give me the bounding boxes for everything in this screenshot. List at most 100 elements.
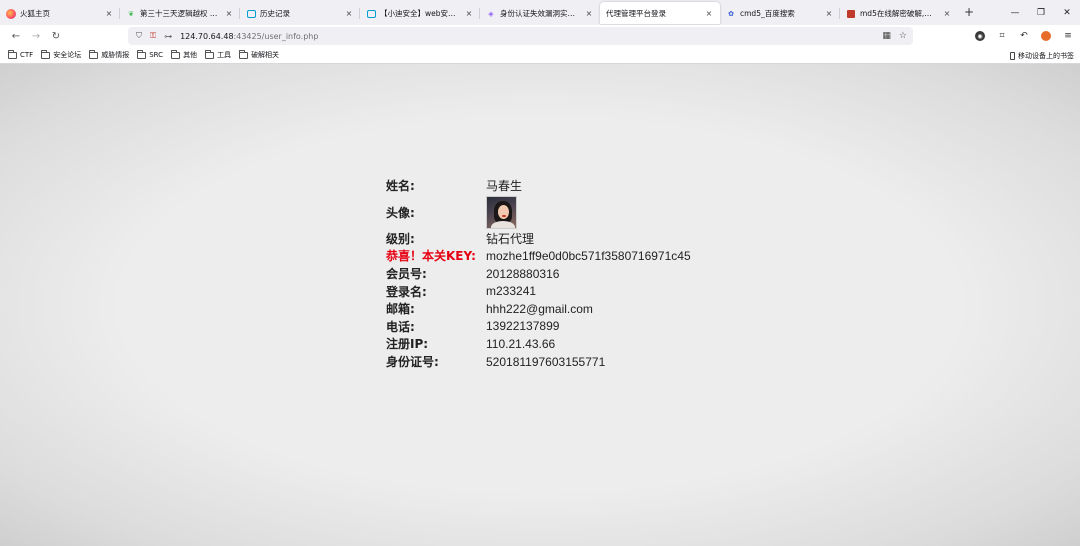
extension-dark-icon[interactable]: ◉ [972, 28, 988, 44]
tab-cmd5-baidu[interactable]: ✿ cmd5_百度搜索 × [720, 2, 840, 25]
tab-md5-decrypt[interactable]: md5在线解密破解,md5解密加 × [840, 2, 958, 25]
shield-icon[interactable]: ⛉ [136, 31, 142, 41]
tab-firefox-home[interactable]: 火狐主页 × [0, 2, 120, 25]
close-icon[interactable]: × [464, 9, 474, 18]
new-tab-button[interactable]: + [962, 5, 976, 19]
baidu-paw-icon: ✿ [728, 9, 734, 18]
reload-button[interactable]: ↻ [46, 26, 66, 46]
phone-value: 13922137899 [486, 319, 560, 334]
phone-label: 电话: [386, 319, 415, 334]
tab-history[interactable]: 历史记录 × [240, 2, 360, 25]
avatar-label: 头像: [386, 205, 415, 220]
row-level: 级别: 钻石代理 [386, 230, 691, 248]
url-path: :43425/user_info.php [233, 31, 319, 41]
bookmark-folder-tools[interactable]: 工具 [205, 49, 232, 60]
row-login: 登录名: m233241 [386, 282, 691, 300]
tab-title: 【小迪安全】web安全 | 渗透 [380, 9, 460, 18]
close-icon[interactable]: × [824, 9, 834, 18]
bilibili-tv-icon [246, 9, 256, 18]
bookmark-label: 其他 [183, 51, 198, 59]
csdn-badge-icon: ◈ [488, 9, 494, 18]
bookmark-label: CTF [20, 51, 34, 59]
key-value: mozhe1ff9e0d0bc571f3580716971c45 [486, 248, 691, 263]
email-value: hhh222@gmail.com [486, 301, 593, 316]
id-no-value: 520181197603155771 [486, 354, 606, 369]
bookmark-star-icon[interactable]: ☆ [899, 31, 907, 41]
url-bar[interactable]: ⛉ ⚿ ⊶ 124.70.64.48:43425/user_info.php ▦… [128, 27, 913, 45]
folder-icon [41, 49, 51, 59]
close-icon[interactable]: × [104, 9, 114, 18]
tab-title: md5在线解密破解,md5解密加 [860, 9, 938, 18]
avatar [486, 195, 517, 229]
name-label: 姓名: [386, 179, 415, 194]
bookmark-folder-other[interactable]: 其他 [171, 49, 198, 60]
row-member-no: 会员号: 20128880316 [386, 265, 691, 283]
key-label: 恭喜！本关KEY: [386, 249, 476, 264]
tab-yuque[interactable]: ❦ 第三十三天逻辑越权 - 语雀 × [120, 2, 240, 25]
close-icon[interactable]: × [942, 9, 952, 18]
permissions-key-icon[interactable]: ⊶ [164, 32, 172, 41]
name-value: 马春生 [486, 179, 523, 194]
bookmark-folder-src[interactable]: SRC [137, 49, 164, 59]
bookmark-folder-cracking[interactable]: 破解相关 [239, 49, 280, 60]
qr-code-icon[interactable]: ▦ [882, 31, 891, 41]
reg-ip-value: 110.21.43.66 [486, 336, 556, 351]
member-no-value: 20128880316 [486, 266, 560, 281]
bookmarks-bar: CTF 安全论坛 威胁情报 SRC 其他 工具 破解相关 移动设备上的书签 [0, 47, 1080, 64]
folder-icon [239, 49, 249, 59]
crop-screenshot-icon[interactable]: ⌗ [994, 28, 1010, 44]
tab-xiaodi-security[interactable]: 【小迪安全】web安全 | 渗透 × [360, 2, 480, 25]
tab-auth-failure[interactable]: ◈ 身份认证失效漏洞实战_身份认 × [480, 2, 600, 25]
minimize-button[interactable]: — [1002, 0, 1028, 25]
extension-orange-icon[interactable] [1038, 28, 1054, 44]
bilibili-tv-icon [366, 9, 376, 18]
row-id-no: 身份证号: 520181197603155771 [386, 353, 691, 371]
menu-icon[interactable]: ≡ [1060, 28, 1076, 44]
email-label: 邮箱: [386, 302, 415, 317]
close-icon[interactable]: × [584, 9, 594, 18]
bookmark-label: SRC [149, 51, 164, 59]
close-icon[interactable]: × [224, 9, 234, 18]
tab-title: 第三十三天逻辑越权 - 语雀 [140, 9, 220, 18]
bookmark-folder-forum[interactable]: 安全论坛 [41, 49, 81, 60]
bookmark-label: 工具 [217, 51, 232, 59]
level-value: 钻石代理 [486, 231, 535, 246]
tab-title: 代理管理平台登录 [606, 8, 666, 18]
tab-title: cmd5_百度搜索 [740, 9, 795, 18]
yuque-leaf-icon: ❦ [128, 9, 134, 18]
md5-site-icon [847, 9, 855, 18]
navigation-bar: ← → ↻ ⛉ ⚿ ⊶ 124.70.64.48:43425/user_info… [0, 25, 1080, 47]
folder-icon [89, 49, 99, 59]
bookmark-label: 破解相关 [251, 51, 280, 59]
bookmark-folder-ctf[interactable]: CTF [8, 49, 34, 59]
lock-warning-icon[interactable]: ⚿ [150, 31, 156, 41]
row-key: 恭喜！本关KEY: mozhe1ff9e0d0bc571f3580716971c… [386, 247, 691, 265]
row-name: 姓名: 马春生 [386, 177, 691, 195]
login-label: 登录名: [386, 284, 427, 299]
user-info-panel: 姓名: 马春生 头像: 级别: 钻石代理 恭喜！本关KEY: mozhe1ff9… [386, 177, 691, 370]
url-host: 124.70.64.48 [180, 31, 234, 41]
close-icon[interactable]: × [704, 9, 714, 18]
folder-icon [171, 49, 181, 59]
row-reg-ip: 注册IP: 110.21.43.66 [386, 335, 691, 353]
arrow-left-icon: ← [11, 30, 21, 42]
page-content: 姓名: 马春生 头像: 级别: 钻石代理 恭喜！本关KEY: mozhe1ff9… [0, 64, 1080, 546]
close-window-button[interactable]: ✕ [1054, 0, 1080, 25]
forward-button[interactable]: → [26, 26, 46, 46]
back-button[interactable]: ← [6, 26, 26, 46]
folder-icon [137, 49, 147, 59]
undo-arrow-icon[interactable]: ↶ [1016, 28, 1032, 44]
reg-ip-label: 注册IP: [386, 337, 429, 352]
mobile-bookmarks[interactable]: 移动设备上的书签 [1010, 47, 1074, 64]
close-icon[interactable]: × [344, 9, 354, 18]
row-phone: 电话: 13922137899 [386, 318, 691, 336]
tab-title: 历史记录 [260, 9, 290, 18]
level-label: 级别: [386, 231, 415, 246]
reload-icon: ↻ [51, 30, 61, 42]
maximize-button[interactable]: ❐ [1028, 0, 1054, 25]
folder-icon [8, 49, 17, 59]
bookmark-folder-threat-intel[interactable]: 威胁情报 [89, 49, 129, 60]
tab-agent-login[interactable]: 代理管理平台登录 × [600, 2, 720, 24]
mobile-bookmarks-label: 移动设备上的书签 [1018, 51, 1074, 60]
login-value: m233241 [486, 284, 537, 299]
